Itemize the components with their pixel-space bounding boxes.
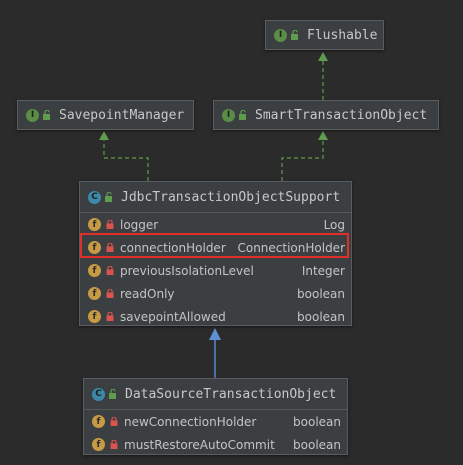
arrowhead-flushable: [318, 52, 328, 61]
node-title: Flushable: [307, 27, 378, 43]
private-lock-icon: [110, 417, 118, 426]
private-lock-icon: [106, 312, 114, 321]
node-title: JdbcTransactionObjectSupport: [121, 189, 341, 205]
field-name: newConnectionHolder: [124, 414, 257, 429]
field-type: boolean: [293, 437, 341, 452]
node-title: DataSourceTransactionObject: [125, 386, 337, 402]
field-type: Log: [323, 217, 345, 232]
node-title: SavepointManager: [59, 107, 185, 123]
private-lock-icon: [106, 289, 114, 298]
abstract-class-icon: C: [88, 190, 101, 204]
interface-icon: I: [274, 28, 287, 42]
unlock-icon: [291, 30, 298, 40]
node-title: SmartTransactionObject: [255, 107, 428, 123]
private-lock-icon: [106, 220, 114, 229]
arrowhead-smart: [318, 131, 328, 140]
class-icon: C: [92, 387, 105, 401]
savepoint-manager-node[interactable]: I SavepointManager: [17, 100, 194, 130]
edge-jdbc-to-savepointmanager: [103, 138, 149, 181]
field-name: mustRestoreAutoCommit: [124, 437, 275, 452]
field-list: f newConnectionHolder boolean f mustRest…: [84, 409, 347, 456]
field-type: boolean: [293, 414, 341, 429]
unlock-icon: [43, 110, 50, 120]
arrowhead-savepointmanager: [99, 131, 109, 140]
field-type: boolean: [297, 309, 345, 324]
field-icon: f: [88, 310, 101, 323]
private-lock-icon: [106, 266, 114, 275]
unlock-icon: [239, 110, 246, 120]
interface-icon: I: [26, 108, 39, 122]
unlock-icon: [109, 389, 116, 399]
field-row-read-only[interactable]: f readOnly boolean: [80, 282, 351, 305]
field-name: logger: [120, 217, 159, 232]
field-icon: f: [92, 438, 105, 451]
field-icon: f: [88, 264, 101, 277]
interface-icon: I: [222, 108, 235, 122]
field-row-must-restore-auto-commit[interactable]: f mustRestoreAutoCommit boolean: [84, 433, 347, 456]
datasource-transaction-object-node[interactable]: C DataSourceTransactionObject f newConne…: [83, 378, 348, 455]
field-type: boolean: [297, 286, 345, 301]
edge-jdbc-to-smart: [281, 138, 324, 181]
field-name: previousIsolationLevel: [120, 263, 254, 278]
unlock-icon: [105, 192, 112, 202]
field-icon: f: [88, 287, 101, 300]
field-name: readOnly: [120, 286, 175, 301]
field-name: savepointAllowed: [120, 309, 226, 324]
field-row-new-connection-holder[interactable]: f newConnectionHolder boolean: [84, 410, 347, 433]
field-list: f logger Log f connectionHolder Connecti…: [80, 212, 351, 328]
field-row-previous-isolation-level[interactable]: f previousIsolationLevel Integer: [80, 259, 351, 282]
field-icon: f: [92, 415, 105, 428]
arrowhead-jdbc: [209, 328, 221, 340]
flushable-node[interactable]: I Flushable: [265, 20, 384, 50]
smart-transaction-object-node[interactable]: I SmartTransactionObject: [213, 100, 439, 130]
field-row-savepoint-allowed[interactable]: f savepointAllowed boolean: [80, 305, 351, 328]
field-type: Integer: [301, 263, 345, 278]
field-icon: f: [88, 218, 101, 231]
highlight-box: [80, 233, 349, 258]
private-lock-icon: [110, 440, 118, 449]
